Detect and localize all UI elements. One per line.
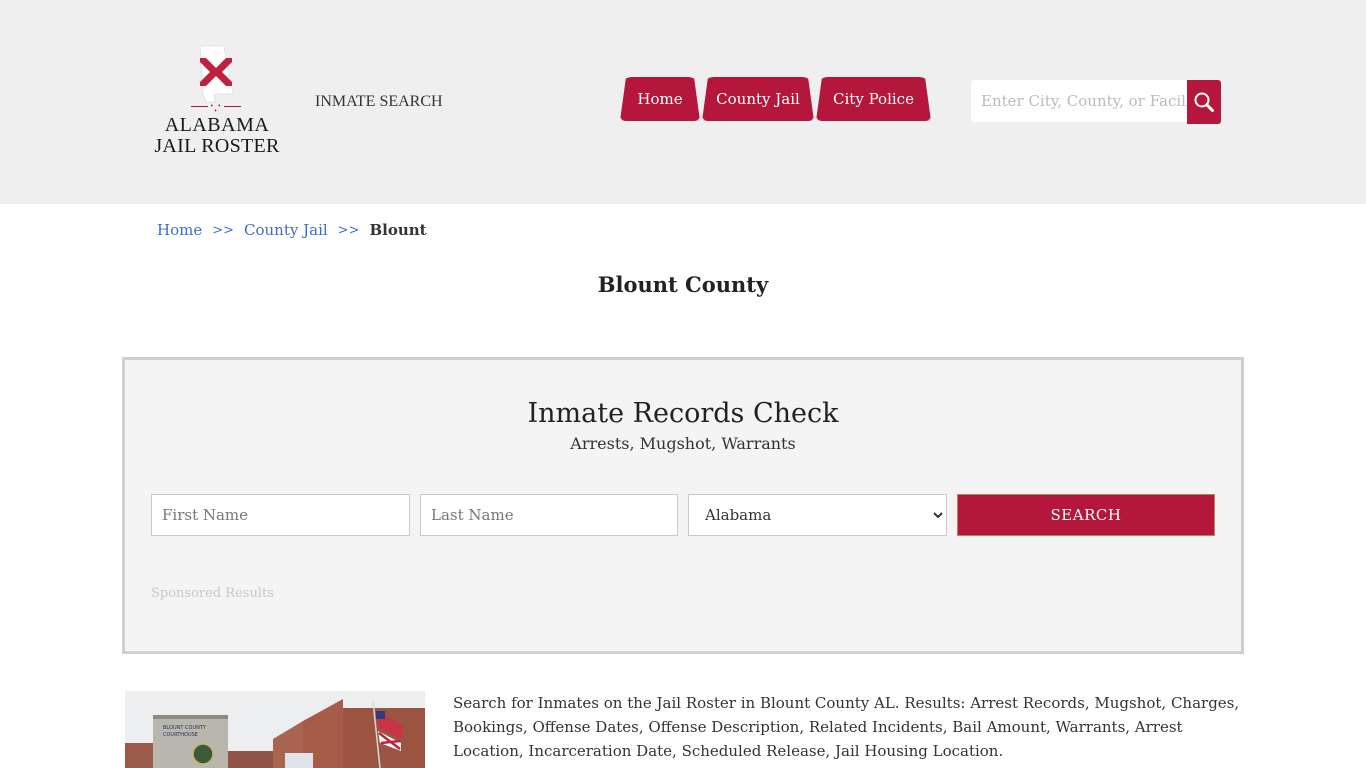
courthouse-photo: BLOUNT COUNTY COURTHOUSE xyxy=(125,691,425,768)
site-header: • • • ALABAMA JAIL ROSTER INMATE SEARCH … xyxy=(0,0,1366,204)
breadcrumb: Home >> County Jail >> Blount xyxy=(157,221,427,239)
site-logo[interactable]: • • • ALABAMA JAIL ROSTER xyxy=(150,44,284,160)
logo-text-line1: ALABAMA xyxy=(164,114,270,136)
first-name-input[interactable] xyxy=(151,494,410,536)
alabama-state-flag-icon xyxy=(199,45,235,103)
breadcrumb-separator: >> xyxy=(337,222,360,238)
records-check-subtitle: Arrests, Mugshot, Warrants xyxy=(570,434,796,453)
breadcrumb-home[interactable]: Home xyxy=(157,221,202,239)
inmate-search-link[interactable]: INMATE SEARCH xyxy=(315,93,443,111)
courthouse-image: BLOUNT COUNTY COURTHOUSE xyxy=(125,691,425,768)
records-check-title: Inmate Records Check xyxy=(527,398,839,429)
logo-dots: • • • xyxy=(208,103,224,115)
svg-text:COURTHOUSE: COURTHOUSE xyxy=(163,732,198,738)
nav-tab-county-jail[interactable]: County Jail xyxy=(702,77,814,121)
county-description: Search for Inmates on the Jail Roster in… xyxy=(453,694,1240,760)
nav-tab-home[interactable]: Home xyxy=(620,77,700,121)
sponsored-results-label: Sponsored Results xyxy=(151,586,274,601)
breadcrumb-county-jail[interactable]: County Jail xyxy=(244,221,328,239)
state-select[interactable]: Alabama xyxy=(688,494,947,536)
breadcrumb-separator: >> xyxy=(212,222,235,238)
site-search-input[interactable] xyxy=(971,80,1187,122)
inmate-records-check-box: Inmate Records Check Arrests, Mugshot, W… xyxy=(122,357,1244,654)
search-icon xyxy=(1194,92,1214,112)
site-search xyxy=(971,80,1221,124)
records-search-button[interactable]: SEARCH xyxy=(957,494,1215,536)
breadcrumb-current: Blount xyxy=(369,221,427,239)
svg-text:BLOUNT COUNTY: BLOUNT COUNTY xyxy=(163,725,207,731)
logo-text-line2: JAIL ROSTER xyxy=(154,135,280,157)
site-search-button[interactable] xyxy=(1187,80,1221,124)
main-nav: Home County Jail City Police xyxy=(620,77,933,121)
page-title: Blount County xyxy=(597,272,769,297)
nav-tab-city-police[interactable]: City Police xyxy=(816,77,931,121)
last-name-input[interactable] xyxy=(420,494,678,536)
